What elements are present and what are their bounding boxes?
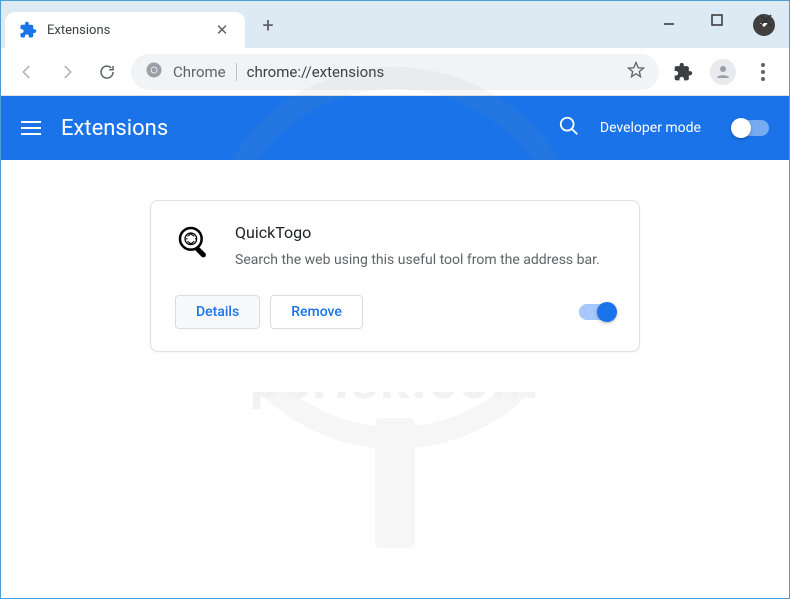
- extension-puzzle-icon: [19, 21, 37, 39]
- close-window-button[interactable]: [741, 1, 789, 39]
- search-icon[interactable]: [558, 115, 580, 141]
- extension-enable-toggle[interactable]: [579, 304, 615, 320]
- omnibox-separator: [236, 63, 237, 81]
- browser-tab[interactable]: Extensions ✕: [5, 12, 245, 48]
- developer-mode-toggle[interactable]: [733, 120, 769, 136]
- developer-mode-label: Developer mode: [600, 120, 701, 136]
- extension-card: QuickTogo Search the web using this usef…: [150, 200, 640, 352]
- page-title: Extensions: [61, 116, 538, 141]
- bookmark-star-icon[interactable]: [627, 61, 645, 83]
- tab-close-button[interactable]: ✕: [213, 21, 231, 39]
- omnibox-prefix: Chrome: [173, 63, 226, 81]
- window-titlebar: Extensions ✕ +: [1, 1, 789, 48]
- extensions-list: QuickTogo Search the web using this usef…: [1, 160, 789, 392]
- browser-toolbar: Chrome chrome://extensions: [1, 48, 789, 96]
- details-button[interactable]: Details: [175, 295, 260, 329]
- extensions-header: Extensions Developer mode: [1, 96, 789, 160]
- profile-button[interactable]: [707, 56, 739, 88]
- omnibox[interactable]: Chrome chrome://extensions: [131, 54, 659, 90]
- new-tab-button[interactable]: +: [253, 10, 283, 40]
- tab-title: Extensions: [47, 23, 203, 38]
- extension-description: Search the web using this useful tool fr…: [235, 250, 615, 271]
- remove-button[interactable]: Remove: [270, 295, 363, 329]
- avatar-icon: [710, 59, 736, 85]
- forward-button[interactable]: [51, 56, 83, 88]
- chrome-logo-icon: [145, 61, 163, 83]
- extensions-puzzle-icon[interactable]: [667, 56, 699, 88]
- reload-button[interactable]: [91, 56, 123, 88]
- minimize-button[interactable]: [645, 1, 693, 39]
- extension-icon: [175, 223, 215, 263]
- extension-name: QuickTogo: [235, 223, 615, 242]
- chrome-menu-button[interactable]: [747, 56, 779, 88]
- back-button[interactable]: [11, 56, 43, 88]
- omnibox-url: chrome://extensions: [247, 63, 617, 81]
- menu-icon[interactable]: [21, 121, 41, 135]
- window-controls: [645, 1, 789, 39]
- maximize-button[interactable]: [693, 1, 741, 39]
